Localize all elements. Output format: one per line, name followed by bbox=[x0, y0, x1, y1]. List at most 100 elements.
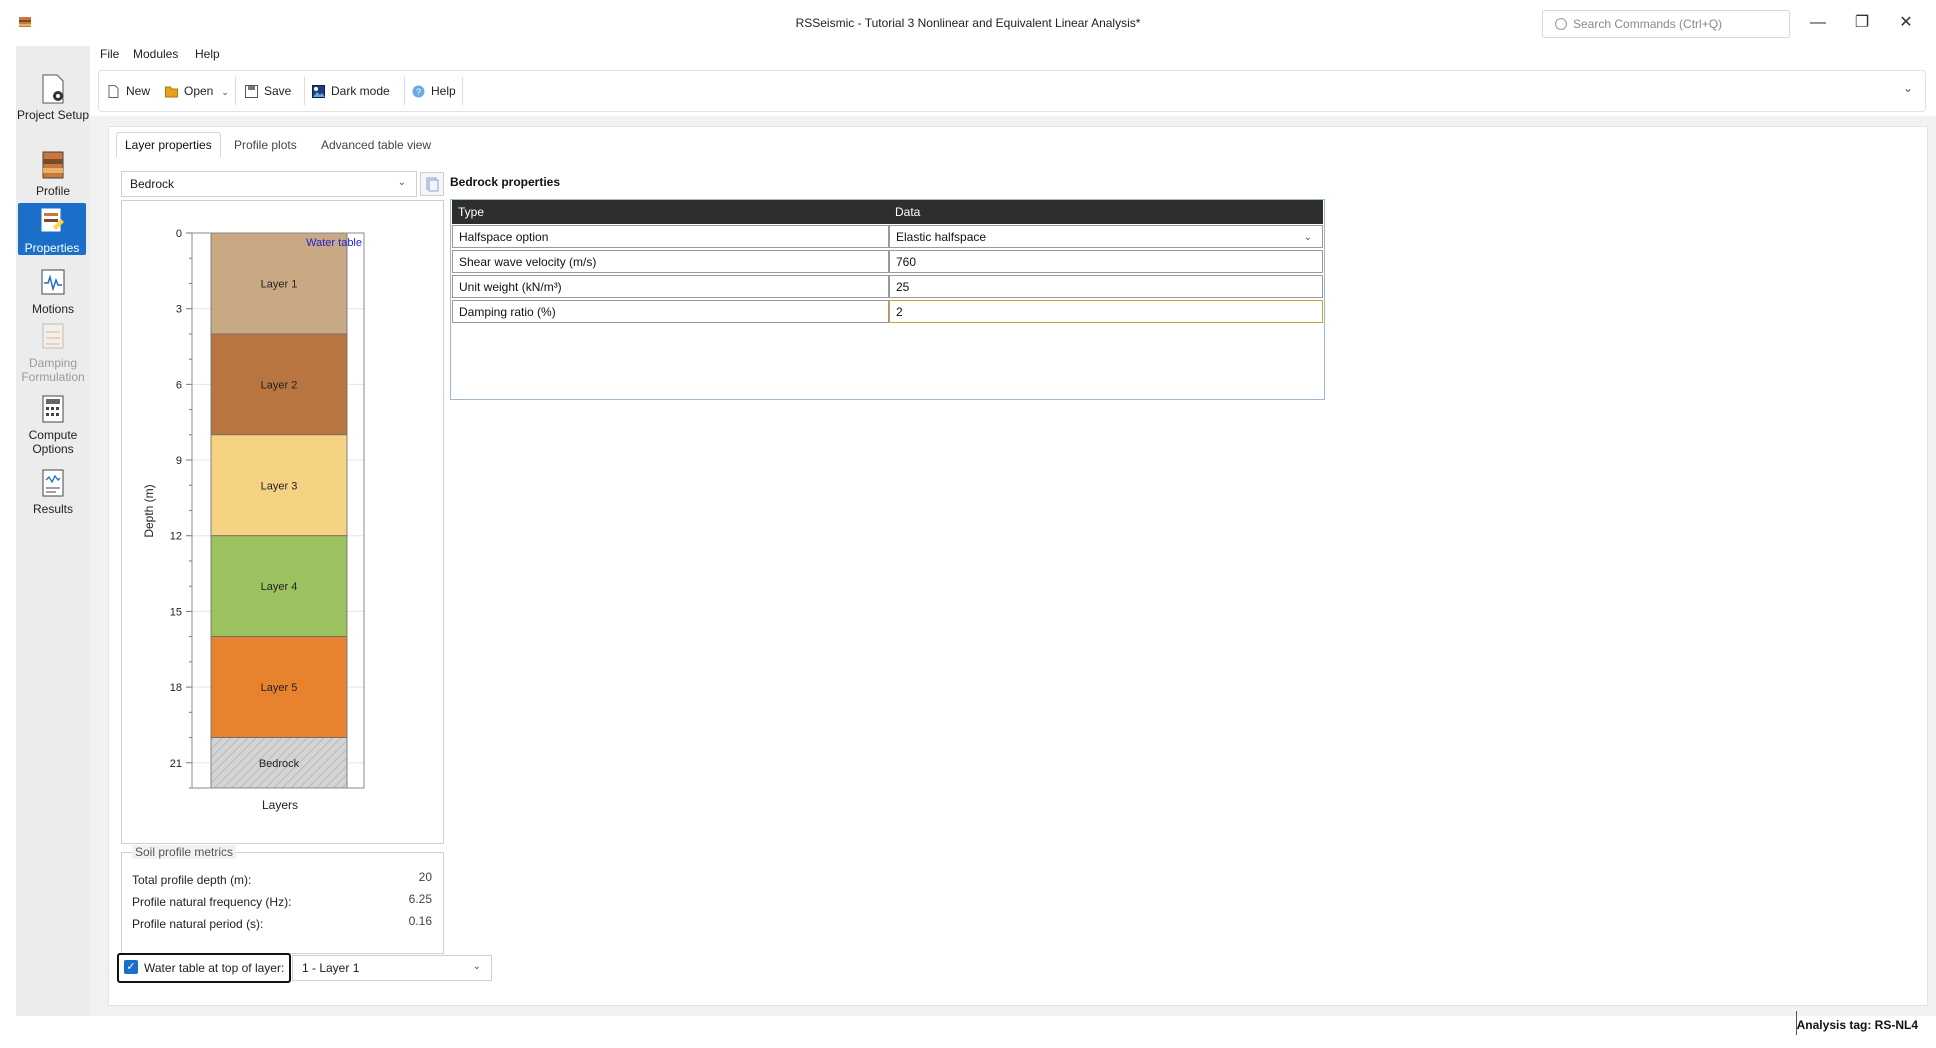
save-icon bbox=[245, 85, 258, 99]
sidebar-item-compute-options[interactable]: Compute Options bbox=[16, 394, 90, 458]
sidebar-label: Properties bbox=[24, 241, 80, 255]
sidebar-label: Compute Options bbox=[28, 428, 78, 456]
water-table-checkbox[interactable]: ✓ Water table at top of layer: bbox=[117, 953, 291, 983]
profile-plot: Layer 1 Layer 2 Layer 3 Layer 4 Layer 5 Bedro… bbox=[142, 228, 365, 812]
menu-help[interactable]: Help bbox=[195, 47, 220, 61]
layer-select-dropdown[interactable]: Bedrock ⌄ bbox=[121, 171, 417, 197]
bedrock-properties-title: Bedrock properties bbox=[450, 175, 561, 189]
motions-icon bbox=[40, 268, 66, 298]
copy-layer-button[interactable] bbox=[420, 172, 444, 196]
water-table-label-text: Water table at top of layer: bbox=[144, 961, 285, 975]
sidebar-label: Damping Formulation bbox=[21, 356, 85, 384]
chevron-down-icon: ⌄ bbox=[221, 87, 229, 97]
save-button[interactable]: Save bbox=[245, 82, 291, 100]
toolbar-separator bbox=[462, 77, 463, 105]
tab-layer-properties[interactable]: Layer properties bbox=[116, 132, 221, 157]
search-commands-input[interactable]: Search Commands (Ctrl+Q) bbox=[1542, 10, 1790, 38]
layer-label: Layer 5 bbox=[261, 682, 298, 694]
project-setup-icon bbox=[40, 74, 66, 104]
layer-label: Bedrock bbox=[259, 758, 300, 770]
sidebar-item-damping-formulation[interactable]: Damping Formulation bbox=[16, 322, 90, 386]
plot-y-ticks: 0 3 6 9 12 15 18 21 bbox=[170, 228, 192, 789]
sidebar-label: Results bbox=[32, 502, 73, 516]
metric-value: 6.25 bbox=[408, 892, 432, 906]
profile-icon bbox=[40, 150, 66, 180]
close-button[interactable]: ✕ bbox=[1886, 8, 1926, 38]
minimize-button[interactable]: — bbox=[1798, 8, 1838, 38]
analysis-tag: Analysis tag: RS-NL4 bbox=[1796, 1018, 1918, 1032]
y-tick-label: 18 bbox=[170, 682, 182, 694]
new-file-icon bbox=[107, 85, 120, 99]
halfspace-option-value: Elastic halfspace bbox=[896, 230, 987, 244]
y-tick-label: 9 bbox=[176, 455, 182, 467]
sidebar-item-properties[interactable]: Properties bbox=[18, 203, 86, 255]
sidebar-item-profile[interactable]: Profile bbox=[16, 150, 90, 198]
tab-advanced-table-view[interactable]: Advanced table view bbox=[313, 133, 439, 157]
menu-modules[interactable]: Modules bbox=[133, 47, 178, 61]
metric-label: Total profile depth (m): bbox=[132, 873, 252, 887]
compute-icon bbox=[40, 394, 66, 424]
row-type: Damping ratio (%) bbox=[452, 300, 889, 323]
metric-value: 0.16 bbox=[408, 914, 432, 928]
restore-button[interactable]: ❐ bbox=[1842, 8, 1882, 38]
layer-label: Layer 1 bbox=[261, 278, 298, 290]
search-placeholder: Search Commands (Ctrl+Q) bbox=[1573, 17, 1723, 31]
toolbar: New Open ⌄ Save Dark mode ? Help ⌄ bbox=[98, 70, 1926, 112]
metric-label: Profile natural frequency (Hz): bbox=[132, 895, 292, 909]
toolbar-separator bbox=[304, 77, 305, 105]
layer-label: Layer 3 bbox=[261, 480, 298, 492]
checkmark-icon: ✓ bbox=[124, 960, 138, 974]
row-type: Unit weight (kN/m³) bbox=[452, 275, 889, 298]
halfspace-option-dropdown[interactable]: Elastic halfspace ⌄ bbox=[889, 225, 1323, 248]
sidebar-label: Motions bbox=[31, 302, 75, 316]
menu-file[interactable]: File bbox=[100, 47, 119, 61]
y-tick-label: 15 bbox=[170, 606, 182, 618]
y-tick-label: 21 bbox=[170, 758, 182, 770]
y-tick-label: 3 bbox=[176, 304, 182, 316]
water-table-label: Water table bbox=[306, 237, 362, 249]
row-type: Halfspace option bbox=[452, 225, 889, 248]
new-button[interactable]: New bbox=[107, 82, 150, 100]
profile-plot-panel: Layer 1 Layer 2 Layer 3 Layer 4 Layer 5 Bedro… bbox=[121, 200, 444, 844]
y-tick-label: 12 bbox=[170, 531, 182, 543]
water-table-layer-value: 1 - Layer 1 bbox=[302, 961, 360, 975]
toolbar-separator bbox=[235, 77, 236, 105]
toolbar-separator bbox=[404, 77, 405, 105]
row-type: Shear wave velocity (m/s) bbox=[452, 250, 889, 273]
help-icon: ? bbox=[412, 85, 425, 98]
metric-value: 20 bbox=[418, 870, 432, 884]
open-folder-icon bbox=[165, 85, 178, 98]
water-table-layer-dropdown[interactable]: 1 - Layer 1 ⌄ bbox=[292, 955, 492, 981]
help-button[interactable]: ? Help bbox=[412, 82, 456, 100]
column-header-data: Data bbox=[889, 200, 1323, 224]
dark-mode-icon bbox=[312, 85, 325, 99]
sidebar-label: Project Setup bbox=[16, 108, 90, 122]
sidebar-label: Profile bbox=[35, 184, 70, 198]
copy-icon bbox=[426, 177, 439, 192]
properties-icon bbox=[39, 207, 65, 237]
chevron-down-icon: ⌄ bbox=[397, 177, 406, 188]
sidebar-item-results[interactable]: Results bbox=[16, 468, 90, 516]
damping-icon bbox=[40, 322, 66, 352]
column-header-type: Type bbox=[452, 200, 895, 224]
results-icon bbox=[40, 468, 66, 498]
shear-wave-velocity-input[interactable]: 760 bbox=[889, 250, 1323, 273]
status-bar bbox=[0, 1016, 1936, 1048]
metric-label: Profile natural period (s): bbox=[132, 917, 264, 931]
search-icon bbox=[1555, 18, 1567, 30]
metrics-title: Soil profile metrics bbox=[132, 845, 237, 859]
svg-text:?: ? bbox=[416, 87, 421, 97]
sidebar-item-motions[interactable]: Motions bbox=[16, 268, 90, 316]
sidebar-item-project-setup[interactable]: Project Setup bbox=[16, 74, 90, 138]
unit-weight-input[interactable]: 25 bbox=[889, 275, 1323, 298]
layer-select-value: Bedrock bbox=[130, 177, 175, 191]
layer-label: Layer 4 bbox=[261, 581, 298, 593]
layer-label: Layer 2 bbox=[261, 379, 298, 391]
tab-profile-plots[interactable]: Profile plots bbox=[226, 133, 305, 157]
dark-mode-button[interactable]: Dark mode bbox=[312, 82, 390, 100]
toolbar-expand-chevron-icon[interactable]: ⌄ bbox=[1903, 81, 1913, 95]
x-axis-label: Layers bbox=[262, 798, 298, 812]
open-button[interactable]: Open ⌄ bbox=[165, 82, 229, 100]
y-axis-label: Depth (m) bbox=[142, 484, 156, 537]
damping-ratio-input[interactable]: 2 bbox=[889, 300, 1323, 323]
